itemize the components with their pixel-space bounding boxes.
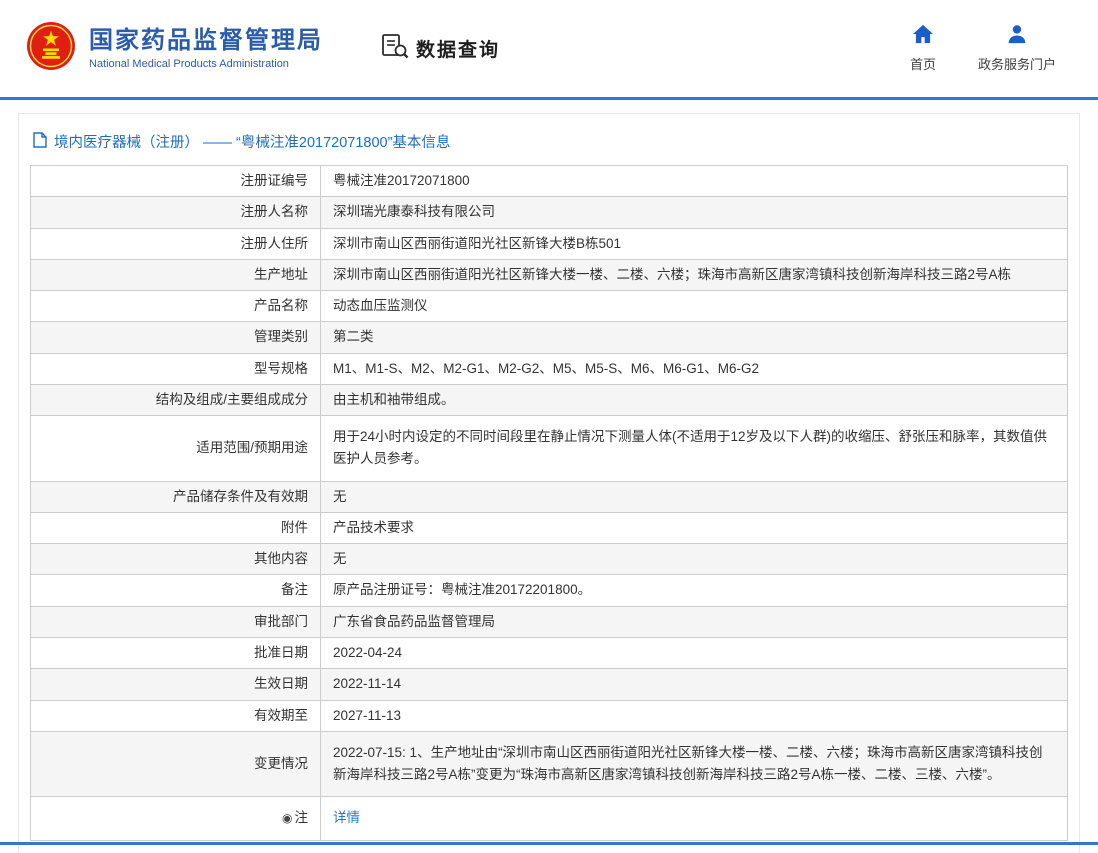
note-icon: ◉ [282, 809, 292, 829]
breadcrumb: 境内医疗器械（注册） —— “粤械注准20172071800”基本信息 [30, 124, 1068, 165]
row-value: 无 [321, 481, 1068, 512]
table-row: 生效日期2022-11-14 [31, 669, 1068, 700]
table-row: 注册证编号粤械注准20172071800 [31, 166, 1068, 197]
table-row: 附件产品技术要求 [31, 512, 1068, 543]
row-label: 批准日期 [31, 637, 321, 668]
table-row: 注册人住所深圳市南山区西丽街道阳光社区新锋大楼B栋501 [31, 228, 1068, 259]
row-label: 产品名称 [31, 291, 321, 322]
row-value: M1、M1-S、M2、M2-G1、M2-G2、M5、M5-S、M6、M6-G1、… [321, 353, 1068, 384]
user-icon [1007, 24, 1027, 49]
info-table-body: 注册证编号粤械注准20172071800注册人名称深圳瑞光康泰科技有限公司注册人… [31, 166, 1068, 841]
table-row: 生产地址深圳市南山区西丽街道阳光社区新锋大楼一楼、二楼、六楼；珠海市高新区唐家湾… [31, 259, 1068, 290]
table-row: 型号规格M1、M1-S、M2、M2-G1、M2-G2、M5、M5-S、M6、M6… [31, 353, 1068, 384]
row-label: 其他内容 [31, 544, 321, 575]
row-label: 生产地址 [31, 259, 321, 290]
row-value: 深圳市南山区西丽街道阳光社区新锋大楼一楼、二楼、六楼；珠海市高新区唐家湾镇科技创… [321, 259, 1068, 290]
data-query-section: 数据查询 [381, 33, 500, 65]
row-value: 产品技术要求 [321, 512, 1068, 543]
site-titles: 国家药品监督管理局 National Medical Products Admi… [89, 27, 323, 71]
table-row: ◉注详情 [31, 797, 1068, 840]
row-value: 动态血压监测仪 [321, 291, 1068, 322]
document-icon [33, 132, 47, 152]
row-label: 注册证编号 [31, 166, 321, 197]
nav-item-label: 首页 [910, 54, 936, 73]
table-row: 变更情况2022-07-15: 1、生产地址由“深圳市南山区西丽街道阳光社区新锋… [31, 731, 1068, 797]
row-value: 粤械注准20172071800 [321, 166, 1068, 197]
table-row: 适用范围/预期用途用于24小时内设定的不同时间段里在静止情况下测量人体(不适用于… [31, 416, 1068, 482]
row-label: 变更情况 [31, 731, 321, 797]
row-label: 产品储存条件及有效期 [31, 481, 321, 512]
row-value: 广东省食品药品监督管理局 [321, 606, 1068, 637]
header-nav: 首页 政务服务门户 [910, 24, 1056, 73]
breadcrumb-text: 境内医疗器械（注册） —— “粤械注准20172071800”基本信息 [54, 131, 450, 152]
data-query-label: 数据查询 [416, 35, 500, 62]
row-value: 深圳市南山区西丽街道阳光社区新锋大楼B栋501 [321, 228, 1068, 259]
nav-item-portal[interactable]: 政务服务门户 [978, 24, 1056, 73]
row-label: 备注 [31, 575, 321, 606]
footer-divider [0, 842, 1098, 845]
table-row: 备注原产品注册证号：粤械注准20172201800。 [31, 575, 1068, 606]
row-label: 生效日期 [31, 669, 321, 700]
row-value: 原产品注册证号：粤械注准20172201800。 [321, 575, 1068, 606]
nav-item-label: 政务服务门户 [978, 54, 1056, 73]
row-label: 适用范围/预期用途 [31, 416, 321, 482]
nav-item-home[interactable]: 首页 [910, 24, 936, 73]
data-query-icon [381, 33, 409, 65]
row-value: 深圳瑞光康泰科技有限公司 [321, 197, 1068, 228]
row-value: 2022-07-15: 1、生产地址由“深圳市南山区西丽街道阳光社区新锋大楼一楼… [321, 731, 1068, 797]
site-header: 国家药品监督管理局 National Medical Products Admi… [0, 0, 1098, 97]
header-divider [0, 97, 1098, 100]
row-label: 管理类别 [31, 322, 321, 353]
table-row: 有效期至2027-11-13 [31, 700, 1068, 731]
row-value: 2022-04-24 [321, 637, 1068, 668]
table-row: 管理类别第二类 [31, 322, 1068, 353]
info-table: 注册证编号粤械注准20172071800注册人名称深圳瑞光康泰科技有限公司注册人… [30, 165, 1068, 841]
table-row: 其他内容无 [31, 544, 1068, 575]
home-icon [912, 24, 934, 49]
logo-block[interactable]: 国家药品监督管理局 National Medical Products Admi… [26, 21, 323, 76]
row-label: 注册人名称 [31, 197, 321, 228]
table-row: 批准日期2022-04-24 [31, 637, 1068, 668]
page: 国家药品监督管理局 National Medical Products Admi… [0, 0, 1098, 853]
row-label: 附件 [31, 512, 321, 543]
row-label: 型号规格 [31, 353, 321, 384]
table-row: 审批部门广东省食品药品监督管理局 [31, 606, 1068, 637]
table-row: 产品储存条件及有效期无 [31, 481, 1068, 512]
table-row: 产品名称动态血压监测仪 [31, 291, 1068, 322]
table-row: 结构及组成/主要组成成分由主机和袖带组成。 [31, 384, 1068, 415]
row-value: 2027-11-13 [321, 700, 1068, 731]
content-panel: 境内医疗器械（注册） —— “粤械注准20172071800”基本信息 注册证编… [18, 113, 1080, 853]
row-value: 第二类 [321, 322, 1068, 353]
table-row: 注册人名称深圳瑞光康泰科技有限公司 [31, 197, 1068, 228]
detail-link[interactable]: 详情 [333, 810, 360, 825]
row-label: 有效期至 [31, 700, 321, 731]
row-label: ◉注 [31, 797, 321, 840]
site-title-cn: 国家药品监督管理局 [89, 27, 323, 56]
national-emblem-logo [26, 21, 76, 76]
row-value: 无 [321, 544, 1068, 575]
row-label: 注册人住所 [31, 228, 321, 259]
row-value: 由主机和袖带组成。 [321, 384, 1068, 415]
row-value: 2022-11-14 [321, 669, 1068, 700]
row-label: 审批部门 [31, 606, 321, 637]
row-value: 详情 [321, 797, 1068, 840]
row-label: 结构及组成/主要组成成分 [31, 384, 321, 415]
site-title-en: National Medical Products Administration [89, 58, 323, 70]
row-value: 用于24小时内设定的不同时间段里在静止情况下测量人体(不适用于12岁及以下人群)… [321, 416, 1068, 482]
